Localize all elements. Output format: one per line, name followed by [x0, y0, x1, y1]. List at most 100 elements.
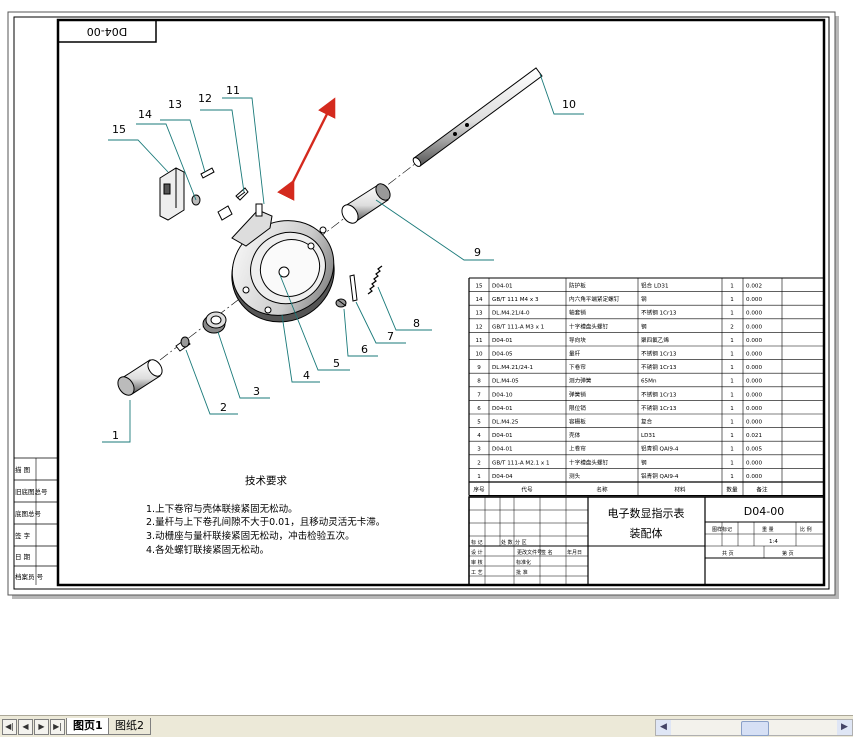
callout-12: 12	[198, 92, 212, 105]
bom-qty: 1	[730, 447, 734, 453]
bom-item-no: 9	[477, 365, 481, 371]
bom-qty: 1	[730, 365, 734, 371]
bom-qty: 1	[730, 420, 734, 426]
tb-label-sheet-no: 第 页	[782, 550, 794, 557]
bom-qty: 1	[730, 392, 734, 398]
bom-item-no: 2	[477, 460, 481, 466]
scroll-right-button[interactable]: ▶	[837, 720, 852, 735]
bom-name: 内六角平端紧定螺钉	[569, 295, 620, 303]
bom-item-no: 11	[475, 338, 483, 344]
bom-weight: 0.000	[746, 406, 762, 412]
scroll-left-button[interactable]: ◀	[656, 720, 671, 735]
last-sheet-button[interactable]: ▶|	[50, 719, 65, 735]
bom-name: 壳体	[569, 431, 581, 439]
drawing-sheet: D04-00 描 图 旧底图总号 底图总号 签 字 日 期 档案员 号 1 2 …	[7, 11, 839, 599]
bom-name: 十字槽盘头螺钉	[569, 322, 609, 330]
bom-weight: 0.000	[746, 460, 762, 466]
tb-label-drawing-mark: 图样标记	[712, 526, 732, 533]
bom-code: DL.M4.21/24-1	[492, 365, 534, 371]
bom-weight: 0.002	[746, 284, 762, 290]
bom-material: 不锈钢 1Cr13	[641, 350, 677, 358]
scroll-thumb[interactable]	[741, 721, 769, 736]
bom-qty: 1	[730, 474, 734, 480]
tb-label-design: 设 计	[471, 549, 483, 556]
bom-qty: 1	[730, 297, 734, 303]
bom-item-no: 13	[475, 311, 483, 317]
tech-req-1: 1.上下卷帘与壳体联接紧固无松动。	[146, 503, 298, 515]
bom-code: D04-04	[492, 474, 513, 480]
bom-name: 导向块	[569, 336, 586, 344]
tech-req-4: 4.各处螺钉联接紧固无松动。	[146, 544, 269, 556]
bom-material: 铝青铜 QAl9-4	[641, 472, 679, 480]
tech-req-2: 2.量杆与上下卷孔间隙不大于0.01，且移动灵活无卡滞。	[146, 516, 385, 528]
tab-sheet1[interactable]: 图页1	[66, 718, 110, 735]
bom-code: GB/T 111-A M2.1 x 1	[492, 460, 550, 466]
bom-weight: 0.000	[746, 324, 762, 330]
tb-label-mark: 标 记	[471, 539, 483, 546]
bom-code: GB/T 111-A M3 x 1	[492, 324, 545, 330]
tb-label-process: 工 艺	[471, 570, 483, 576]
callout-7: 7	[387, 330, 394, 343]
tb-label-total-sheets: 共 页	[722, 550, 734, 557]
bom-name: 上卷帘	[569, 445, 586, 453]
tb-label-standard: 标准化	[516, 559, 531, 566]
bom-material: 铝合 LD31	[641, 282, 669, 290]
callout-14: 14	[138, 108, 152, 121]
horizontal-scrollbar[interactable]: ◀ ▶	[655, 719, 853, 736]
bom-material: 铝青铜 QAl9-4	[641, 445, 679, 453]
tb-label-change-doc: 更改文件号	[517, 549, 542, 556]
bom-name: 容栅板	[569, 418, 586, 426]
bom-weight: 0.000	[746, 420, 762, 426]
bom-header-cell: 备注	[756, 486, 768, 494]
bom-qty: 1	[730, 284, 734, 290]
part-15-bracket	[159, 167, 185, 221]
first-sheet-button[interactable]: ◀|	[2, 719, 17, 735]
tb-label-zone: 分 区	[515, 539, 527, 546]
bom-name: 十字槽盘头螺钉	[569, 458, 609, 466]
tech-title: 技术要求	[245, 474, 287, 487]
bom-code: D04-01	[492, 284, 513, 290]
bom-item-no: 8	[477, 379, 481, 385]
bom-weight: 0.000	[746, 311, 762, 317]
bom-qty: 1	[730, 460, 734, 466]
bom-qty: 1	[730, 311, 734, 317]
bom-name: 测力弹簧	[569, 377, 592, 385]
corner-code: D04-00	[87, 25, 127, 38]
bom-weight: 0.021	[746, 433, 762, 439]
bom-item-no: 15	[475, 284, 483, 290]
tb-label-scale: 比 例	[800, 526, 812, 533]
bom-weight: 0.000	[746, 365, 762, 371]
bom-material: 聚四氟乙烯	[641, 336, 669, 344]
bom-code: D04-05	[492, 352, 513, 358]
callout-11: 11	[226, 84, 240, 97]
title-sub: 装配体	[630, 526, 663, 540]
bom-code: D04-01	[492, 338, 513, 344]
bom-material: 不锈钢 1Cr13	[641, 363, 677, 371]
left-label-4: 签 字	[15, 531, 31, 540]
tb-label-count: 处 数	[501, 539, 513, 546]
drawing-canvas[interactable]: D04-00 描 图 旧底图总号 底图总号 签 字 日 期 档案员 号 1 2 …	[0, 0, 853, 715]
bom-weight: 0.000	[746, 379, 762, 385]
bom-header-cell: 材料	[674, 486, 686, 494]
left-label-5: 日 期	[15, 553, 31, 561]
bom-code: DL.M4.21/4-0	[492, 311, 530, 317]
sheet-tab-bar: ◀| ◀ ▶ ▶| 图页1 图纸2 ◀ ▶	[0, 715, 853, 737]
bom-material: 钢	[641, 295, 647, 303]
bom-material: LD31	[641, 433, 656, 439]
next-sheet-button[interactable]: ▶	[34, 719, 49, 735]
tech-req-3: 3.动栅座与量杆联接紧固无松动，冲击检验五次。	[146, 530, 355, 542]
bom-weight: 0.000	[746, 338, 762, 344]
tab-sheet2[interactable]: 图纸2	[108, 718, 151, 735]
tb-label-weight: 重 量	[762, 526, 774, 533]
bom-name: 量杆	[569, 350, 581, 358]
bom-header-cell: 代号	[521, 486, 533, 494]
bom-material: 65Mn	[641, 379, 657, 385]
bom-material: 钢	[641, 458, 647, 466]
prev-sheet-button[interactable]: ◀	[18, 719, 33, 735]
callout-4: 4	[303, 369, 310, 382]
bom-code: DL.M4-05	[492, 379, 519, 385]
bom-name: 测头	[569, 472, 581, 480]
bom-qty: 1	[730, 406, 734, 412]
bom-item-no: 12	[475, 324, 482, 330]
bom-material: 不锈钢 1Cr13	[641, 309, 677, 317]
